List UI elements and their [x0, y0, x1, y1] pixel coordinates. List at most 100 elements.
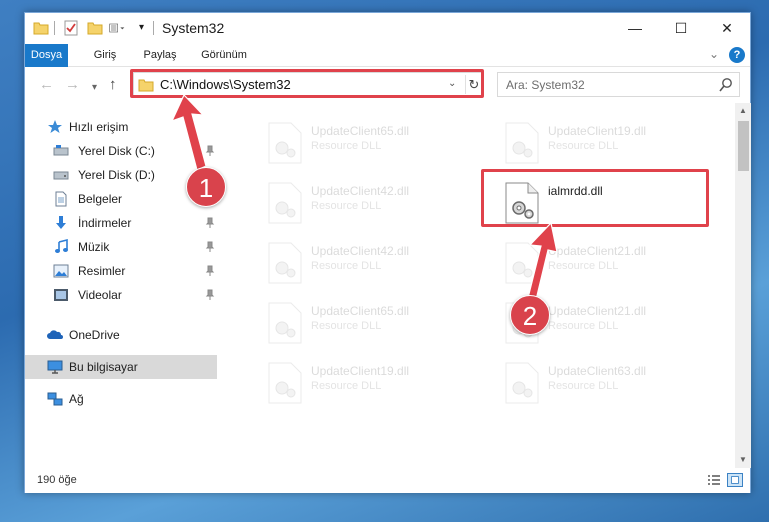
view-options-icon[interactable]: [109, 20, 125, 36]
pin-icon[interactable]: [203, 145, 215, 157]
sidebar-item-label: Bu bilgisayar: [69, 360, 138, 374]
sidebar-item-downloads[interactable]: İndirmeler: [25, 211, 217, 235]
file-item[interactable]: UpdateClient19.dll Resource DLL: [482, 117, 712, 169]
dll-file-icon: [268, 182, 302, 224]
star-icon: [48, 120, 62, 133]
sidebar-item-label: Belgeler: [78, 192, 123, 206]
recent-locations-button[interactable]: ▾: [92, 79, 97, 97]
step-1-badge: 1: [186, 167, 226, 207]
expand-ribbon-icon[interactable]: ⌄: [709, 47, 719, 61]
file-item[interactable]: UpdateClient21.dll Resource DLL: [482, 237, 712, 289]
file-type: Resource DLL: [311, 320, 382, 332]
search-box[interactable]: [497, 72, 740, 97]
music-icon: [55, 239, 68, 253]
file-type: Resource DLL: [548, 320, 619, 332]
minimize-button[interactable]: —: [612, 13, 658, 44]
pin-icon[interactable]: [203, 241, 215, 253]
details-view-icon[interactable]: [707, 474, 721, 487]
title-bar: ▾ System32 — ☐ ✕: [25, 13, 750, 44]
step-2-badge: 2: [510, 295, 550, 335]
sidebar-item-local-disk-c[interactable]: Yerel Disk (C:): [25, 139, 217, 163]
pin-icon[interactable]: [203, 265, 215, 277]
help-icon[interactable]: ?: [729, 47, 745, 63]
sidebar-item-network[interactable]: Ağ: [25, 387, 217, 411]
file-type: Resource DLL: [548, 140, 619, 152]
file-name: UpdateClient63.dll: [548, 364, 647, 378]
onedrive-icon: [47, 330, 63, 339]
tab-share[interactable]: Paylaş: [137, 44, 183, 67]
file-type: Resource DLL: [311, 380, 382, 392]
file-name: UpdateClient19.dll: [311, 364, 410, 378]
sidebar-item-label: Hızlı erişim: [69, 120, 129, 134]
address-highlight-box: [130, 69, 484, 98]
file-list: UpdateClient65.dll Resource DLL UpdateCl…: [225, 103, 737, 468]
file-item[interactable]: UpdateClient42.dll Resource DLL: [245, 177, 475, 229]
sidebar-item-pictures[interactable]: Resimler: [25, 259, 217, 283]
sidebar-item-videos[interactable]: Videolar: [25, 283, 217, 307]
divider: [153, 21, 154, 35]
close-button[interactable]: ✕: [704, 13, 750, 44]
sidebar-item-onedrive[interactable]: OneDrive: [25, 323, 217, 347]
dll-file-icon: [268, 122, 302, 164]
sidebar-item-label: İndirmeler: [78, 216, 132, 230]
file-name: UpdateClient19.dll: [548, 124, 647, 138]
window-title: System32: [162, 20, 225, 36]
file-type: Resource DLL: [311, 140, 382, 152]
search-icon: [719, 78, 732, 92]
sidebar-item-label: Yerel Disk (D:): [78, 168, 155, 182]
file-type: Resource DLL: [311, 200, 382, 212]
navigation-pane: Hızlı erişim Yerel Disk (C:) Yerel Disk …: [25, 103, 223, 468]
sidebar-item-label: Müzik: [78, 240, 110, 254]
computer-icon: [47, 360, 63, 374]
file-type: Resource DLL: [548, 260, 619, 272]
file-item[interactable]: UpdateClient65.dll Resource DLL: [245, 117, 475, 169]
ribbon-tabs: Dosya Giriş Paylaş Görünüm ⌄ ?: [25, 44, 750, 67]
file-name: UpdateClient42.dll: [311, 244, 410, 258]
maximize-button[interactable]: ☐: [658, 13, 704, 44]
pin-icon[interactable]: [203, 217, 215, 229]
search-input[interactable]: [498, 73, 713, 96]
file-highlight-box: [481, 169, 709, 227]
properties-icon[interactable]: [63, 20, 79, 36]
scrollbar-thumb[interactable]: [738, 121, 749, 171]
new-folder-icon[interactable]: [87, 20, 103, 36]
file-name: UpdateClient21.dll: [548, 244, 647, 258]
drive-icon: [53, 171, 69, 180]
tab-view[interactable]: Görünüm: [195, 44, 253, 67]
download-icon: [56, 216, 66, 229]
vertical-scrollbar[interactable]: ▲ ▼: [735, 103, 751, 468]
sidebar-item-label: Videolar: [78, 288, 122, 302]
large-icons-view-icon[interactable]: [727, 473, 743, 487]
file-type: Resource DLL: [548, 380, 619, 392]
scroll-up-icon[interactable]: ▲: [735, 103, 751, 119]
folder-icon[interactable]: [33, 20, 49, 36]
dll-file-icon: [505, 242, 539, 284]
dll-file-icon: [268, 362, 302, 404]
scroll-down-icon[interactable]: ▼: [735, 452, 751, 468]
up-button[interactable]: ↑: [109, 76, 117, 94]
file-item[interactable]: UpdateClient63.dll Resource DLL: [482, 357, 712, 409]
sidebar-item-label: Resimler: [78, 264, 126, 278]
file-item[interactable]: UpdateClient42.dll Resource DLL: [245, 237, 475, 289]
sidebar-item-label: Ağ: [69, 392, 84, 406]
file-name: UpdateClient65.dll: [311, 124, 410, 138]
divider: [54, 21, 55, 35]
sidebar-item-this-pc[interactable]: Bu bilgisayar: [25, 355, 217, 379]
file-type: Resource DLL: [311, 260, 382, 272]
dll-file-icon: [505, 122, 539, 164]
file-item[interactable]: UpdateClient65.dll Resource DLL: [245, 297, 475, 349]
pin-icon[interactable]: [203, 289, 215, 301]
file-name: UpdateClient21.dll: [548, 304, 647, 318]
tab-home[interactable]: Giriş: [83, 44, 127, 67]
forward-button[interactable]: →: [65, 76, 80, 94]
sidebar-item-label: Yerel Disk (C:): [78, 144, 155, 158]
back-button[interactable]: ←: [39, 76, 54, 94]
pictures-icon: [53, 264, 69, 278]
file-item[interactable]: UpdateClient19.dll Resource DLL: [245, 357, 475, 409]
status-bar: 190 öğe: [25, 468, 750, 493]
tab-file[interactable]: Dosya: [25, 44, 68, 67]
sidebar-item-music[interactable]: Müzik: [25, 235, 217, 259]
sidebar-item-quick-access[interactable]: Hızlı erişim: [25, 115, 217, 139]
item-count: 190 öğe: [37, 474, 77, 486]
sidebar-item-label: OneDrive: [69, 328, 120, 342]
